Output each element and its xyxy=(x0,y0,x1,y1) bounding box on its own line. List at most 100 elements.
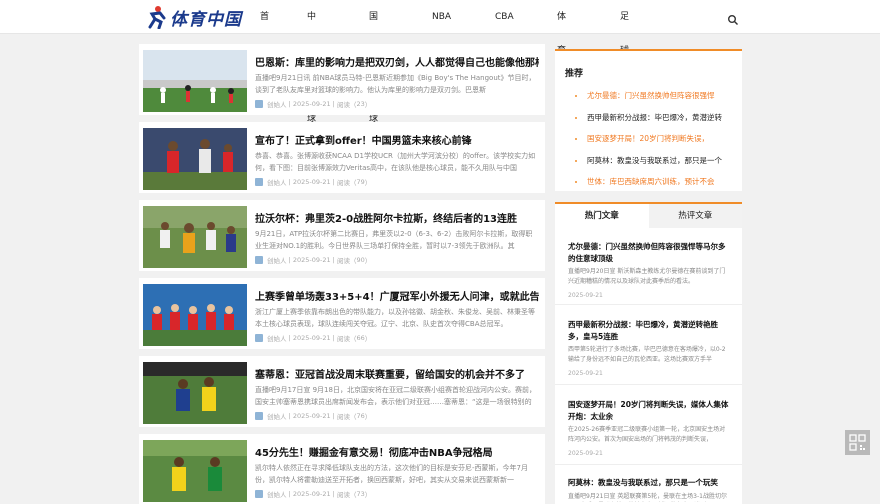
hot-article-title[interactable]: 阿莫林：教皇没与我联系过，那只是一个玩笑 xyxy=(568,477,729,489)
hot-article-date: 2025-09-21 xyxy=(568,292,603,299)
recommend-item[interactable]: 尤尔曼德：门兴虽然换帅但阵容很强悍 xyxy=(575,90,739,112)
article-title[interactable]: 巴恩斯：库里的影响力是把双刃剑，人人都觉得自己也能像他那样 xyxy=(255,54,539,69)
article-thumbnail[interactable] xyxy=(143,362,247,424)
article-date: 2025-09-21 xyxy=(292,100,331,108)
nav-nba[interactable]: NBA资讯 xyxy=(432,0,451,56)
article-reads: 79 xyxy=(356,178,365,186)
nav-intl-football[interactable]: 国际足球 xyxy=(369,0,378,124)
article-title[interactable]: 拉沃尔杯：弗里茨2-0战胜阿尔卡拉斯，终结后者的13连胜 xyxy=(255,210,539,225)
article-summary: 浙江广厦上赛季依靠布朗出色的带队能力，以及孙铭徽、胡金秋、朱俊龙、吴前、林秉圣等… xyxy=(255,308,535,328)
top-header: 体育中国 首页 中国足球 国际足球 NBA资讯 CBA资讯 体育赛事 足球宝贝 xyxy=(0,0,880,124)
hot-article-item[interactable]: 西甲最新积分战报：毕巴爆冷，黄潜逆转艳胜多，皇马5连胜 西甲第5轮进行了多场比赛… xyxy=(555,305,742,385)
article-summary: 直播吧9月21日讯 前NBA球员马特-巴恩斯近期参加《Big Boy's The… xyxy=(255,74,536,94)
article-card[interactable]: 宣布了！正式拿到offer！中国男篮未来核心前锋 恭喜、恭喜。张博源收获NCAA… xyxy=(139,122,545,193)
hot-article-item[interactable]: 国安逐梦开局！20岁门将判断失误，媒体人集体开炮：太业余 在2025-26赛季亚… xyxy=(555,385,742,465)
nav-football-babes[interactable]: 足球宝贝 xyxy=(620,0,629,124)
article-meta: 创始人 | 2025-09-21 | 阅读（23） xyxy=(255,99,371,109)
author-avatar-icon xyxy=(255,100,263,108)
search-icon[interactable] xyxy=(727,11,739,25)
article-author: 创始人 xyxy=(267,335,287,343)
hot-article-date: 2025-09-21 xyxy=(568,370,603,377)
article-reads-label: 阅读 xyxy=(336,179,350,187)
article-author: 创始人 xyxy=(267,179,287,187)
qr-code-icon xyxy=(849,434,866,451)
bullet-dot-icon xyxy=(575,181,577,183)
article-reads: 73 xyxy=(356,490,365,498)
article-reads: 76 xyxy=(356,412,365,420)
article-thumbnail[interactable] xyxy=(143,284,247,346)
article-card[interactable]: 塞蒂恩：亚冠首战没周末联赛重要，留给国安的机会并不多了 直播吧9月17日宣 9月… xyxy=(139,356,545,427)
recommend-item[interactable]: 国安逐梦开局！20岁门将判断失误， xyxy=(575,133,739,155)
author-avatar-icon xyxy=(255,334,263,342)
article-meta: 创始人 | 2025-09-21 | 阅读（73） xyxy=(255,489,371,499)
hot-article-item[interactable]: 尤尔曼德：门兴虽然换帅但阵容很强悍等马尔多的住意球顶级 直播吧9月20日宣 斯沃… xyxy=(555,228,742,305)
recommend-list: 尤尔曼德：门兴虽然换帅但阵容很强悍 西甲最新积分战报：毕巴爆冷，黄潜逆转 国安逐… xyxy=(575,90,739,198)
article-date: 2025-09-21 xyxy=(292,412,331,420)
nav-sports-events[interactable]: 体育赛事 xyxy=(557,0,566,124)
article-date: 2025-09-21 xyxy=(292,178,331,186)
article-title[interactable]: 塞蒂恩：亚冠首战没周末联赛重要，留给国安的机会并不多了 xyxy=(255,366,539,381)
article-meta: 创始人 | 2025-09-21 | 阅读（90） xyxy=(255,255,371,265)
hot-article-item[interactable]: 阿莫林：教皇没与我联系过，那只是一个玩笑 直播吧9月21日宣 英超联赛第5轮，曼… xyxy=(555,465,742,504)
author-avatar-icon xyxy=(255,412,263,420)
recommend-panel: 推荐 尤尔曼德：门兴虽然换帅但阵容很强悍 西甲最新积分战报：毕巴爆冷，黄潜逆转 … xyxy=(555,49,742,191)
site-logo[interactable]: 体育中国 xyxy=(146,4,242,30)
bullet-dot-icon xyxy=(575,159,577,162)
article-title[interactable]: 宣布了！正式拿到offer！中国男篮未来核心前锋 xyxy=(255,132,539,147)
article-thumbnail[interactable] xyxy=(143,128,247,190)
article-author: 创始人 xyxy=(267,491,287,499)
hot-article-title[interactable]: 国安逐梦开局！20岁门将判断失误，媒体人集体开炮：太业余 xyxy=(568,399,729,422)
runner-logo-icon xyxy=(146,5,168,30)
nav-cba[interactable]: CBA资讯 xyxy=(495,0,514,56)
nav-home[interactable]: 首页 xyxy=(260,0,269,56)
recommend-item-text: 世体：库巴西缺席周六训练，预计不会 xyxy=(587,177,715,186)
article-reads-label: 阅读 xyxy=(336,257,350,265)
article-card[interactable]: 上赛季曾单场轰33+5+4！广厦冠军小外援无人问津，或就此告别 浙江广厦上赛季依… xyxy=(139,278,545,349)
article-list: 巴恩斯：库里的影响力是把双刃剑，人人都觉得自己也能像他那样 直播吧9月21日讯 … xyxy=(139,44,545,504)
article-reads: 90 xyxy=(356,256,365,264)
article-reads: 66 xyxy=(356,334,365,342)
article-reads: 23 xyxy=(356,100,365,108)
recommend-item[interactable]: 阿莫林：教皇没与我联系过，那只是一个 xyxy=(575,155,739,177)
hot-article-summary: 直播吧9月20日宣 斯沃斯森主教练尤尔曼德在赛前谈到了门兴近期糟糕的情况以及球队… xyxy=(568,268,726,285)
bullet-dot-icon xyxy=(575,95,577,97)
article-author: 创始人 xyxy=(267,257,287,265)
hot-article-title[interactable]: 西甲最新积分战报：毕巴爆冷，黄潜逆转艳胜多，皇马5连胜 xyxy=(568,319,729,342)
hot-tabs: 热门文章 热评文章 xyxy=(555,204,742,228)
article-title[interactable]: 上赛季曾单场轰33+5+4！广厦冠军小外援无人问津，或就此告别 xyxy=(255,288,539,303)
article-reads-label: 阅读 xyxy=(336,101,350,109)
recommend-item[interactable]: 西甲最新积分战报：毕巴爆冷，黄潜逆转 xyxy=(575,112,739,134)
recommend-item-text: 国安逐梦开局！20岁门将判断失误， xyxy=(587,134,710,143)
article-author: 创始人 xyxy=(267,413,287,421)
article-meta: 创始人 | 2025-09-21 | 阅读（66） xyxy=(255,333,371,343)
recommend-item[interactable]: 世体：库巴西缺席周六训练，预计不会 xyxy=(575,176,739,198)
article-reads-label: 阅读 xyxy=(336,413,350,421)
article-summary: 9月21日，ATP拉沃尔杯第二比赛日，弗里茨以2-0（6-3、6-2）击败阿尔卡… xyxy=(255,230,533,250)
article-meta: 创始人 | 2025-09-21 | 阅读（76） xyxy=(255,411,371,421)
article-thumbnail[interactable] xyxy=(143,50,247,112)
hot-article-summary: 西甲第5轮进行了多场比赛，毕巴巴德意在客场爆冷，以0-2输给了身份远不如自己的瓦… xyxy=(568,346,726,363)
article-summary: 恭喜、恭喜。张博源收获NCAA D1学校UCR（加州大学河滨分校）的offer。… xyxy=(255,152,536,172)
article-title[interactable]: 45分先生！赚掘金有意交易！彻底冲击NBA争冠格局 xyxy=(255,444,539,459)
article-thumbnail[interactable] xyxy=(143,440,247,502)
article-date: 2025-09-21 xyxy=(292,256,331,264)
hot-articles-panel: 热门文章 热评文章 尤尔曼德：门兴虽然换帅但阵容很强悍等马尔多的住意球顶级 直播… xyxy=(555,202,742,504)
article-card[interactable]: 拉沃尔杯：弗里茨2-0战胜阿尔卡拉斯，终结后者的13连胜 9月21日，ATP拉沃… xyxy=(139,200,545,271)
article-thumbnail[interactable] xyxy=(143,206,247,268)
qr-code-button[interactable] xyxy=(845,430,870,455)
tab-hot-comments[interactable]: 热评文章 xyxy=(648,204,742,228)
recommend-item-text: 阿莫林：教皇没与我联系过，那只是一个 xyxy=(587,155,722,165)
hot-article-summary: 直播吧9月21日宣 英超联赛第5轮，曼联在主场3-1战胜切尔西。赛后，曼联主帅阿… xyxy=(568,492,727,500)
recommend-item-text: 西甲最新积分战报：毕巴爆冷，黄潜逆转 xyxy=(587,112,722,122)
article-date: 2025-09-21 xyxy=(292,334,331,342)
tab-hot-articles[interactable]: 热门文章 xyxy=(555,204,649,228)
author-avatar-icon xyxy=(255,490,263,498)
hot-article-list: 尤尔曼德：门兴虽然换帅但阵容很强悍等马尔多的住意球顶级 直播吧9月20日宣 斯沃… xyxy=(555,228,742,504)
article-reads-label: 阅读 xyxy=(336,335,350,343)
nav-china-football[interactable]: 中国足球 xyxy=(307,0,316,124)
article-card[interactable]: 巴恩斯：库里的影响力是把双刃剑，人人都觉得自己也能像他那样 直播吧9月21日讯 … xyxy=(139,44,545,115)
logo-text: 体育中国 xyxy=(170,9,242,30)
hot-article-title[interactable]: 尤尔曼德：门兴虽然换帅但阵容很强悍等马尔多的住意球顶级 xyxy=(568,241,729,264)
article-summary: 凯尔特人依然正在寻求降低球队支出的方法，这次他们的目标是安芬尼-西蒙斯，今年7月… xyxy=(255,464,528,484)
article-card[interactable]: 45分先生！赚掘金有意交易！彻底冲击NBA争冠格局 凯尔特人依然正在寻求降低球队… xyxy=(139,434,545,504)
